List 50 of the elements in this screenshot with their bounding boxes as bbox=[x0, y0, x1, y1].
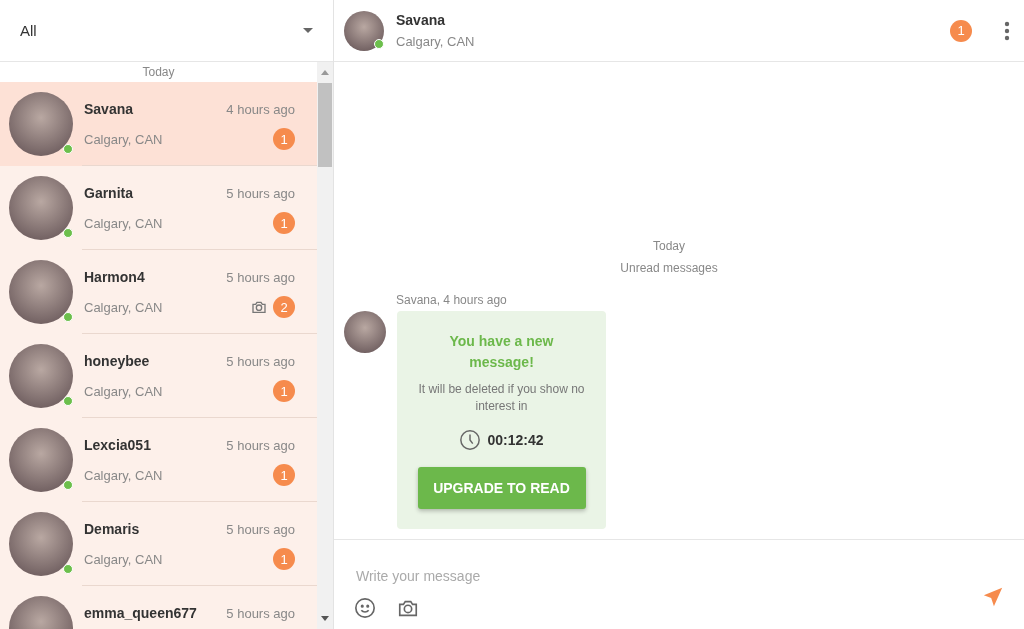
more-menu-button[interactable] bbox=[1004, 20, 1010, 41]
unread-badge: 1 bbox=[273, 380, 295, 402]
location-label: Calgary, CAN bbox=[396, 34, 476, 49]
contact-name: Savana bbox=[84, 101, 134, 117]
caret-icon bbox=[303, 28, 313, 33]
contact-name: Garnita bbox=[84, 185, 133, 201]
location-label: Calgary, CAN bbox=[84, 551, 163, 567]
unread-badge: 1 bbox=[950, 19, 972, 42]
conversation-item[interactable]: Demaris 5 hours ago Calgary, CAN 1 bbox=[0, 502, 317, 586]
time-label: 5 hours ago bbox=[226, 521, 295, 537]
day-label: Today bbox=[653, 239, 685, 253]
time-label: 5 hours ago bbox=[226, 185, 295, 201]
contact-name: Demaris bbox=[84, 521, 140, 537]
time-label: 5 hours ago bbox=[226, 437, 295, 453]
contact-name: Harmon4 bbox=[84, 269, 145, 285]
location-label: Calgary, CAN bbox=[84, 467, 163, 483]
contact-name: Savana bbox=[396, 12, 447, 28]
unread-badge: 1 bbox=[273, 548, 295, 570]
avatar-photo-placeholder bbox=[344, 10, 384, 51]
countdown-timer: 00:12:42 bbox=[487, 432, 544, 448]
conversation-item[interactable]: Garnita 5 hours ago Calgary, CAN 1 bbox=[0, 166, 317, 250]
unread-badge: 1 bbox=[273, 128, 295, 150]
time-label: 4 hours ago bbox=[226, 101, 295, 117]
unread-badge: 2 bbox=[273, 296, 295, 318]
conversation-item[interactable]: Harmon4 5 hours ago Calgary, CAN 2 bbox=[0, 250, 317, 334]
contact-name: honeybee bbox=[84, 353, 150, 369]
section-label: Today bbox=[141, 64, 176, 81]
location-label: Calgary, CAN bbox=[84, 383, 163, 399]
conversation-item[interactable]: honeybee 5 hours ago Calgary, CAN 1 bbox=[0, 334, 317, 418]
time-label: 5 hours ago bbox=[226, 353, 295, 369]
clock-icon bbox=[459, 429, 482, 451]
location-label: Calgary, CAN bbox=[84, 215, 163, 231]
unread-divider-label: Unread messages bbox=[620, 261, 718, 275]
time-label: 5 hours ago bbox=[226, 605, 295, 621]
avatar-photo-placeholder bbox=[344, 311, 386, 353]
conversation-item[interactable]: Savana 4 hours ago Calgary, CAN 1 bbox=[0, 82, 317, 166]
unread-badge: 1 bbox=[273, 212, 295, 234]
location-label: Calgary, CAN bbox=[84, 299, 163, 315]
contact-name: emma_queen677 bbox=[84, 605, 197, 621]
filter-dropdown[interactable]: All bbox=[0, 0, 333, 62]
sender-time-label: Savana, 4 hours ago bbox=[396, 293, 508, 307]
unread-badge: 1 bbox=[273, 464, 295, 486]
emoji-button[interactable] bbox=[354, 597, 376, 619]
message-title: You have a new message! bbox=[448, 332, 555, 372]
time-label: 5 hours ago bbox=[226, 269, 295, 285]
message-text: It will be deleted if you show no interest in bbox=[417, 381, 586, 415]
contact-name: Lexcia051 bbox=[84, 437, 151, 453]
location-label: Calgary, CAN bbox=[84, 131, 163, 147]
scrollbar[interactable] bbox=[317, 62, 333, 629]
conversation-item[interactable]: Lexcia051 5 hours ago Calgary, CAN 1 bbox=[0, 418, 317, 502]
